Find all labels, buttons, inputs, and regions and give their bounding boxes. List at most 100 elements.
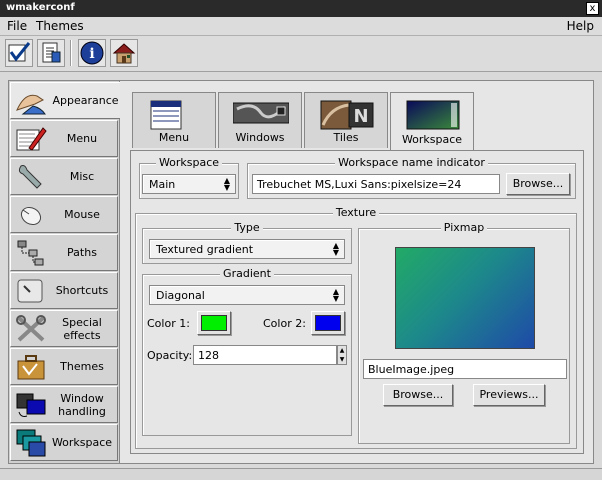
- menu-bar: File Themes Help: [0, 17, 602, 36]
- paths-icon: [17, 240, 44, 266]
- pixmap-preview: [395, 247, 535, 349]
- document-button[interactable]: [37, 39, 65, 67]
- texture-type-select[interactable]: Textured gradient ▲ ▼: [149, 239, 345, 259]
- document-icon: [42, 42, 61, 63]
- windows-tab-icon: [233, 102, 289, 124]
- info-button[interactable]: i: [78, 39, 106, 67]
- color1-label: Color 1:: [147, 317, 190, 330]
- sidebar-item-label: Paths: [67, 246, 97, 259]
- title-bar: wmakerconf x: [0, 0, 602, 17]
- workspace-select[interactable]: Main ▲ ▼: [142, 174, 236, 194]
- sidebar-item-label: Window handling: [58, 391, 106, 418]
- workspace-icon: [16, 429, 46, 457]
- tab-label: Workspace: [401, 133, 463, 146]
- sidebar-item-label: Menu: [66, 132, 98, 145]
- bottom-edge: [0, 468, 602, 480]
- shortcut-key-icon: [17, 279, 43, 303]
- color2-button[interactable]: [311, 311, 345, 335]
- group-title: Workspace: [155, 156, 223, 169]
- opacity-input[interactable]: 128: [193, 345, 337, 365]
- spin-arrows-icon: ▲ ▼: [332, 241, 340, 257]
- workspace-tab-content: Workspace Main ▲ ▼ Workspace name indicat…: [130, 150, 584, 454]
- type-group: Type Textured gradient ▲ ▼: [142, 221, 352, 264]
- group-title: Workspace name indicator: [335, 156, 488, 169]
- toolbar: i: [0, 36, 602, 72]
- group-title: Type: [231, 221, 263, 234]
- menu-themes[interactable]: Themes: [36, 19, 84, 33]
- window-handling-icon: [16, 393, 46, 417]
- pixmap-previews-button[interactable]: Previews...: [473, 384, 545, 406]
- color1-swatch: [201, 315, 227, 331]
- home-icon: [112, 43, 136, 64]
- home-button[interactable]: [110, 39, 138, 67]
- indicator-font-input[interactable]: Trebuchet MS,Luxi Sans:pixelsize=24: [252, 174, 500, 194]
- gradient-group: Gradient Diagonal ▲ ▼ Color 1: Color 2: O…: [142, 267, 352, 436]
- appearance-hand-icon: [16, 94, 46, 115]
- sidebar-item-label: Mouse: [64, 208, 100, 221]
- sidebar-item-special-effects[interactable]: Special effects: [10, 310, 118, 347]
- texture-type-value: Textured gradient: [156, 243, 254, 256]
- toolbar-separator: [70, 40, 72, 66]
- pixmap-group: Pixmap BlueImage.jpeg Browse... Previews…: [358, 221, 570, 444]
- tiles-tab-icon: N: [320, 100, 374, 130]
- color2-swatch: [315, 315, 341, 331]
- menu-pencil-icon: [16, 127, 47, 151]
- menu-tab-icon: [150, 100, 182, 130]
- sidebar-item-label: Themes: [60, 360, 104, 373]
- tools-icon: [16, 315, 46, 342]
- group-title: Texture: [332, 206, 380, 219]
- spin-arrows-icon: ▲ ▼: [223, 176, 231, 192]
- menu-help[interactable]: Help: [567, 19, 594, 33]
- sidebar-item-label: Misc: [69, 170, 95, 183]
- tab-tiles[interactable]: N Tiles: [304, 92, 388, 148]
- opacity-label: Opacity:: [147, 349, 193, 362]
- wrench-icon: [18, 165, 42, 189]
- category-sidebar: Appearance Menu Misc Mouse Paths Shortcu…: [8, 80, 124, 464]
- sidebar-item-misc[interactable]: Misc: [10, 158, 118, 195]
- pixmap-browse-button[interactable]: Browse...: [383, 384, 453, 406]
- sidebar-item-shortcuts[interactable]: Shortcuts: [10, 272, 118, 309]
- svg-text:N: N: [353, 106, 368, 127]
- gradient-direction-select[interactable]: Diagonal ▲ ▼: [149, 285, 345, 305]
- briefcase-icon: [17, 355, 45, 380]
- tab-label: Menu: [158, 131, 190, 144]
- workspace-tab-icon: [406, 100, 460, 130]
- tab-label: Tiles: [333, 131, 359, 144]
- group-title: Gradient: [220, 267, 274, 280]
- spin-arrows-icon: ▲ ▼: [332, 287, 340, 303]
- sidebar-item-label: Workspace: [51, 436, 113, 449]
- sidebar-item-menu[interactable]: Menu: [10, 120, 118, 157]
- info-icon: i: [80, 41, 104, 65]
- sidebar-item-label: Appearance: [52, 94, 119, 107]
- save-button[interactable]: [5, 39, 33, 67]
- tab-workspace[interactable]: Workspace: [390, 92, 474, 150]
- tab-windows[interactable]: Windows: [218, 92, 302, 148]
- menu-file[interactable]: File: [7, 19, 27, 33]
- tab-menu[interactable]: Menu: [132, 92, 216, 148]
- indicator-browse-button[interactable]: Browse...: [506, 173, 570, 195]
- tab-label: Windows: [235, 131, 285, 144]
- pixmap-filename-input[interactable]: BlueImage.jpeg: [363, 359, 567, 379]
- sidebar-item-mouse[interactable]: Mouse: [10, 196, 118, 233]
- sidebar-item-workspace[interactable]: Workspace: [10, 424, 118, 461]
- color2-label: Color 2:: [263, 317, 306, 330]
- gradient-direction-value: Diagonal: [156, 289, 205, 302]
- window-title: wmakerconf: [6, 2, 75, 13]
- workspace-name-indicator-group: Workspace name indicator Trebuchet MS,Lu…: [247, 156, 576, 199]
- sidebar-item-label: Special effects: [62, 315, 102, 342]
- sidebar-item-themes[interactable]: Themes: [10, 348, 118, 385]
- close-icon[interactable]: x: [586, 2, 599, 15]
- mouse-icon: [20, 206, 42, 226]
- sidebar-item-paths[interactable]: Paths: [10, 234, 118, 271]
- workspace-group: Workspace Main ▲ ▼: [139, 156, 239, 199]
- svg-text:i: i: [89, 46, 94, 62]
- group-title: Pixmap: [440, 221, 488, 234]
- sidebar-item-window-handling[interactable]: Window handling: [10, 386, 118, 423]
- checkmark-icon: [8, 42, 31, 62]
- opacity-spinner-icon[interactable]: ▲ ▼: [337, 345, 347, 365]
- sidebar-item-label: Shortcuts: [55, 284, 109, 297]
- sidebar-item-appearance[interactable]: Appearance: [10, 82, 124, 119]
- color1-button[interactable]: [197, 311, 231, 335]
- texture-group: Texture Type Textured gradient ▲ ▼ Gradie…: [135, 206, 577, 449]
- workspace-select-value: Main: [149, 178, 176, 191]
